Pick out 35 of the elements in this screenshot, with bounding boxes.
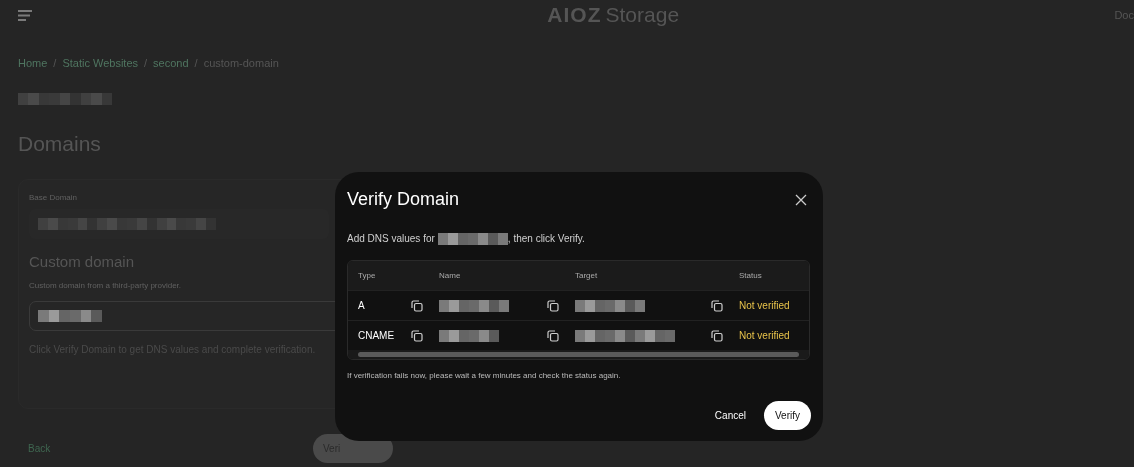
copy-icon[interactable] xyxy=(547,299,559,312)
redacted-text xyxy=(439,329,499,342)
column-header: Status xyxy=(739,269,763,282)
copy-icon[interactable] xyxy=(411,329,423,342)
column-header: Target xyxy=(575,269,599,282)
redacted-text xyxy=(38,309,102,322)
redacted-text xyxy=(575,299,645,312)
copy-icon[interactable] xyxy=(711,329,723,342)
status-text: Not verified xyxy=(739,329,791,343)
redacted-domain xyxy=(437,233,508,246)
table-cell-text: CNAME xyxy=(358,329,396,343)
copy-icon[interactable] xyxy=(711,299,723,312)
close-icon[interactable] xyxy=(795,193,807,206)
back-link[interactable]: Back xyxy=(28,441,51,456)
dialog-intro: Add DNS values for xyxy=(347,232,435,246)
horizontal-scrollbar[interactable] xyxy=(348,350,809,359)
dialog-title: Verify Domain xyxy=(347,188,460,211)
cancel-button[interactable]: Cancel xyxy=(714,408,746,423)
dialog-intro: , then click Verify. xyxy=(507,232,585,246)
breadcrumb-separator: / xyxy=(144,56,148,71)
breadcrumb-link[interactable]: Static Websites xyxy=(62,55,138,72)
redacted-text xyxy=(439,299,509,312)
breadcrumb-separator: / xyxy=(53,56,57,71)
breadcrumb-separator: / xyxy=(194,56,198,71)
column-header: Name xyxy=(439,269,462,282)
menu-icon[interactable] xyxy=(18,9,32,21)
copy-icon[interactable] xyxy=(411,299,423,312)
breadcrumb-link[interactable]: second xyxy=(153,55,189,72)
column-header: Type xyxy=(358,269,377,282)
breadcrumb-link[interactable]: Home xyxy=(18,55,48,72)
copy-icon[interactable] xyxy=(547,329,559,342)
verify-button[interactable]: Verify xyxy=(764,401,811,430)
note-text: If verification fails now, please wait a few minutes and check the status again. xyxy=(347,370,622,382)
table-cell-text: A xyxy=(358,299,366,313)
status-text: Not verified xyxy=(739,299,791,313)
